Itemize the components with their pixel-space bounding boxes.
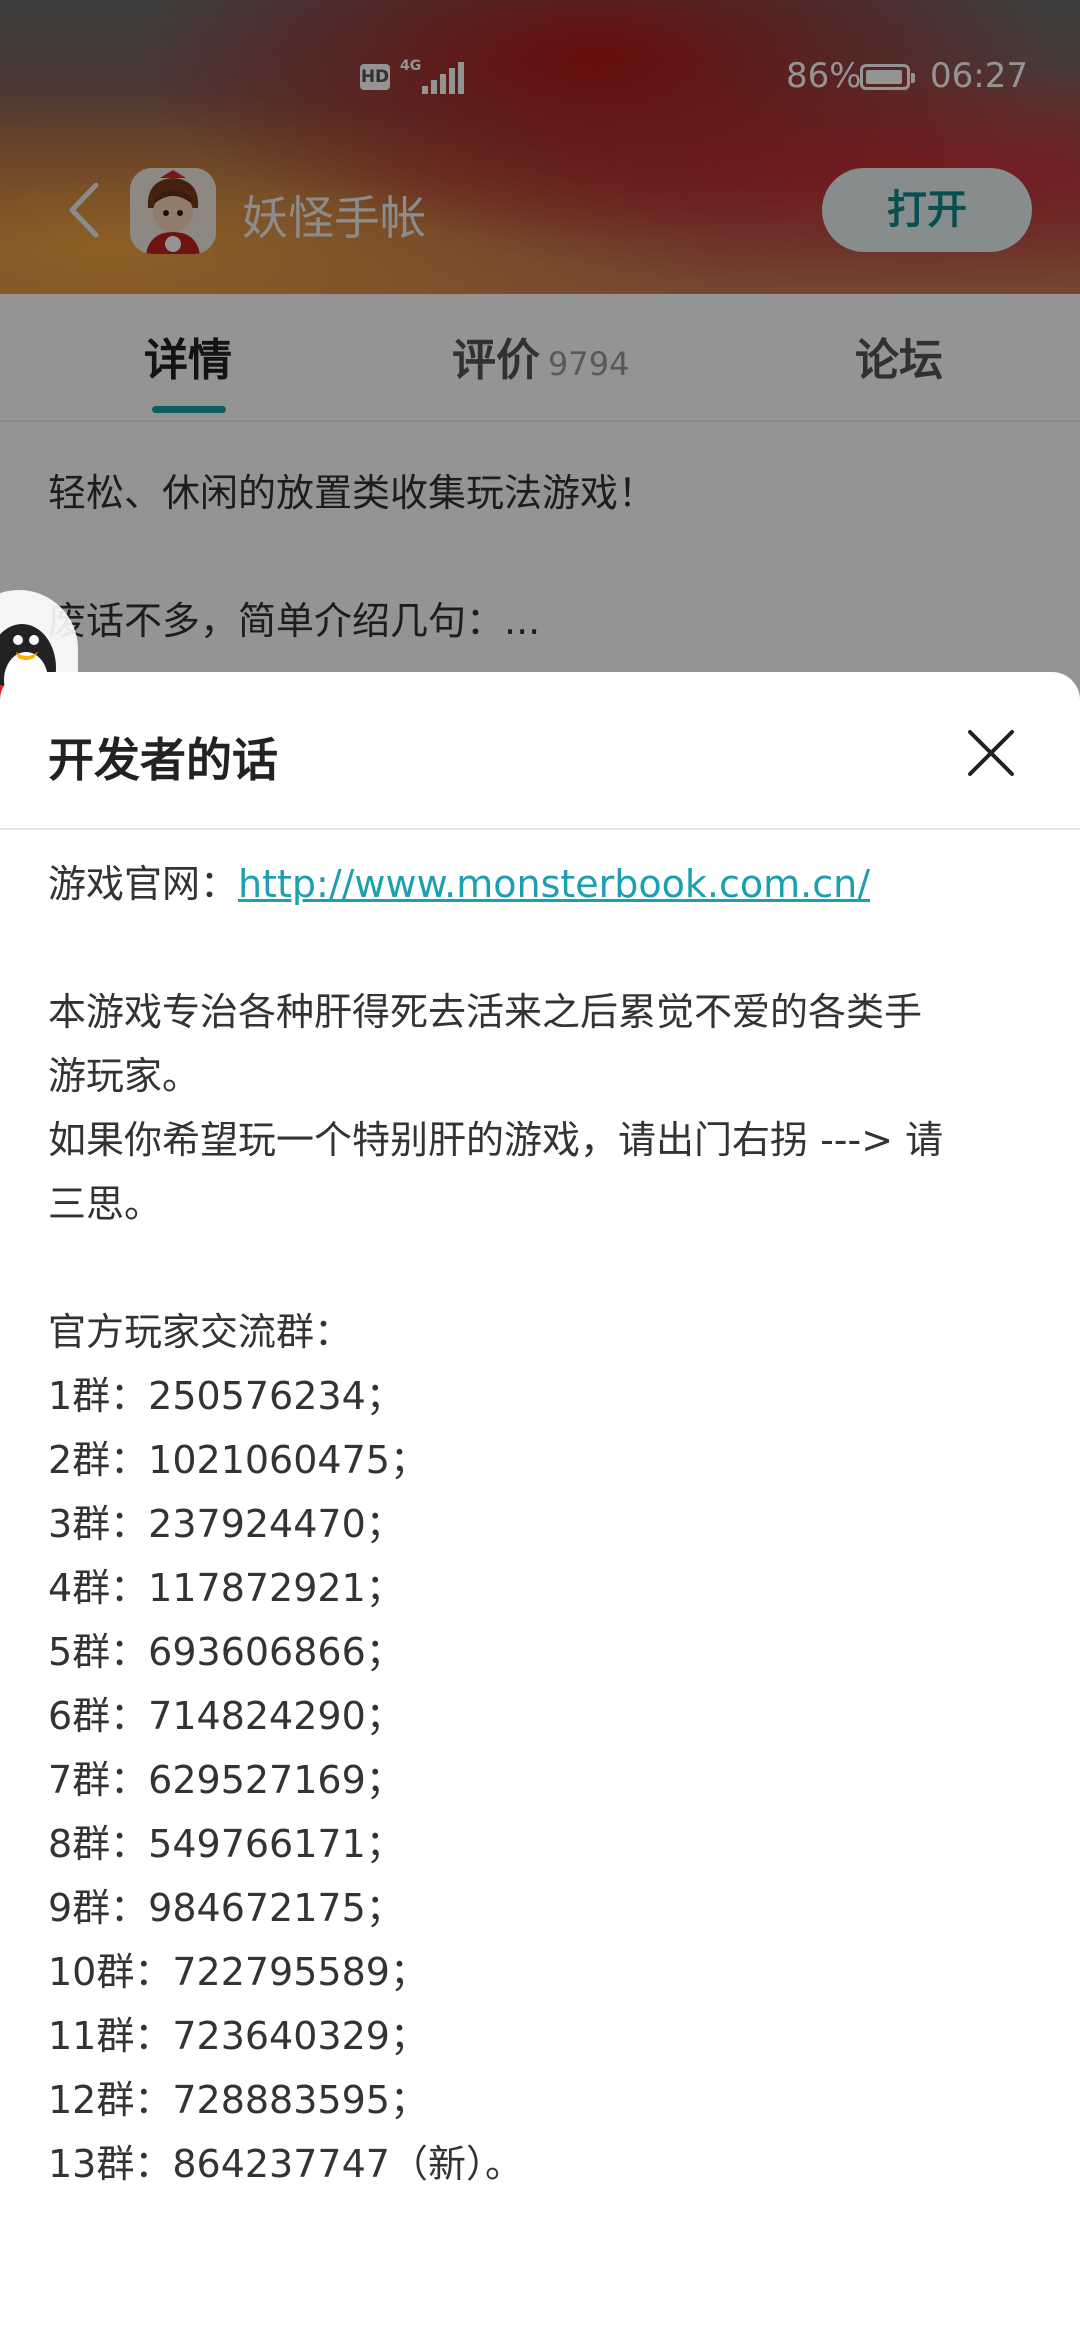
close-icon	[968, 730, 1014, 776]
paragraph-line: 如果你希望玩一个特别肝的游戏，请出门右拐 ---> 请	[48, 1118, 944, 1162]
group-item: 4群：117872921；	[48, 1566, 404, 1610]
group-item: 12群：728883595；	[48, 2078, 428, 2122]
paragraph-line: 本游戏专治各种肝得死去活来之后累觉不爱的各类手	[48, 990, 923, 1034]
group-item: 7群：629527169；	[48, 1758, 404, 1802]
group-item: 2群：1021060475；	[48, 1438, 428, 1482]
group-item: 6群：714824290；	[48, 1694, 404, 1738]
group-item: 9群：984672175；	[48, 1886, 404, 1930]
group-item: 11群：723640329；	[48, 2014, 428, 2058]
website-link[interactable]: http://www.monsterbook.com.cn/	[238, 862, 870, 906]
close-button[interactable]	[962, 724, 1020, 782]
paragraph-line: 三思。	[48, 1182, 163, 1226]
group-item: 1群：250576234；	[48, 1374, 404, 1418]
website-row: 游戏官网：http://www.monsterbook.com.cn/	[48, 852, 1038, 916]
paragraph-line: 游玩家。	[48, 1054, 201, 1098]
group-item: 10群：722795589；	[48, 1950, 428, 1994]
website-label: 游戏官网：	[48, 862, 239, 906]
sheet-title: 开发者的话	[48, 733, 278, 787]
group-item: 8群：549766171；	[48, 1822, 404, 1866]
sheet-header: 开发者的话	[0, 672, 1080, 830]
group-item: 3群：237924470；	[48, 1502, 404, 1546]
group-item: 5群：693606866；	[48, 1630, 404, 1674]
group-item: 13群：864237747（新）。	[48, 2142, 523, 2186]
sheet-content: 游戏官网：http://www.monsterbook.com.cn/ 本游戏专…	[48, 852, 1038, 2196]
developer-notes-sheet: 开发者的话 游戏官网：http://www.monsterbook.com.cn…	[0, 672, 1080, 2340]
groups-title: 官方玩家交流群：	[48, 1310, 353, 1354]
